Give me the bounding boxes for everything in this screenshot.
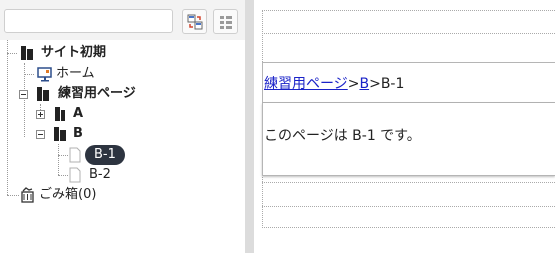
site-tree-pane: サイト初期 ホーム 練習用ページ A B B-1 B-2 ごみ箱(0) bbox=[0, 0, 245, 253]
tree-node-practice-page[interactable]: 練習用ページ bbox=[19, 84, 229, 104]
pane-splitter[interactable] bbox=[245, 0, 254, 253]
breadcrumb-link-b[interactable]: B bbox=[359, 76, 369, 92]
breadcrumb-separator: > bbox=[347, 76, 360, 92]
tree-search-input[interactable] bbox=[4, 9, 173, 33]
tree-guide-line bbox=[7, 53, 17, 54]
tree-node-label: B bbox=[73, 126, 83, 141]
expand-toggle[interactable] bbox=[36, 110, 45, 119]
tree-node-b[interactable]: B bbox=[36, 124, 156, 144]
collapse-toggle[interactable] bbox=[19, 90, 28, 99]
site-tree: サイト初期 ホーム 練習用ページ A B B-1 B-2 ごみ箱(0) bbox=[0, 40, 245, 253]
tree-node-a[interactable]: A bbox=[36, 104, 156, 124]
folder-page-icon bbox=[37, 87, 49, 101]
tree-guide-line bbox=[24, 74, 34, 75]
breadcrumb-separator: > bbox=[369, 76, 381, 92]
trash-icon bbox=[21, 187, 34, 203]
breadcrumb-current: B-1 bbox=[380, 76, 405, 92]
content-block: このページは B-1 です。 bbox=[262, 103, 555, 176]
grid-view-button[interactable] bbox=[213, 9, 238, 34]
layout-divider bbox=[262, 206, 555, 207]
tree-node-home[interactable]: ホーム bbox=[37, 64, 217, 84]
tree-guide-line bbox=[7, 40, 8, 195]
folder-page-icon bbox=[54, 127, 66, 141]
breadcrumb-block: 練習用ページ>B>B-1 bbox=[262, 62, 555, 103]
tree-node-label: 練習用ページ bbox=[58, 86, 136, 101]
tree-guide-line bbox=[7, 195, 19, 196]
tree-node-b1[interactable]: B-1 bbox=[69, 145, 159, 165]
tree-node-label: サイト初期 bbox=[41, 45, 107, 60]
tree-node-trash[interactable]: ごみ箱(0) bbox=[20, 185, 170, 205]
tree-node-b2[interactable]: B-2 bbox=[69, 165, 159, 185]
breadcrumb-link-practice[interactable]: 練習用ページ bbox=[264, 76, 348, 92]
tree-node-label: ごみ箱(0) bbox=[39, 187, 97, 202]
tree-guide-line bbox=[58, 155, 68, 156]
tree-node-label: ホーム bbox=[56, 66, 95, 81]
collapse-toggle[interactable] bbox=[36, 130, 45, 139]
folder-page-icon bbox=[55, 107, 65, 121]
breadcrumb: 練習用ページ>B>B-1 bbox=[264, 73, 404, 93]
sync-tree-button[interactable] bbox=[182, 9, 207, 34]
tree-guide-line bbox=[58, 175, 68, 176]
page-preview-pane: 練習用ページ>B>B-1 このページは B-1 です。 bbox=[254, 0, 555, 253]
tree-node-label: B-2 bbox=[89, 167, 111, 182]
home-monitor-icon bbox=[37, 67, 52, 82]
sync-tree-icon bbox=[187, 14, 203, 30]
page-body-text: このページは B-1 です。 bbox=[264, 128, 421, 144]
layout-divider bbox=[262, 182, 555, 183]
tree-node-label: A bbox=[73, 106, 84, 121]
site-folder-icon bbox=[21, 46, 33, 60]
page-icon bbox=[69, 167, 81, 183]
tree-node-site-root[interactable]: サイト初期 bbox=[20, 43, 220, 63]
grid-view-icon bbox=[220, 16, 232, 29]
tree-guide-line bbox=[58, 144, 59, 175]
layout-divider bbox=[262, 33, 555, 34]
tree-toolbar bbox=[0, 0, 245, 40]
page-icon bbox=[69, 147, 81, 163]
selected-node-label: B-1 bbox=[85, 145, 125, 165]
